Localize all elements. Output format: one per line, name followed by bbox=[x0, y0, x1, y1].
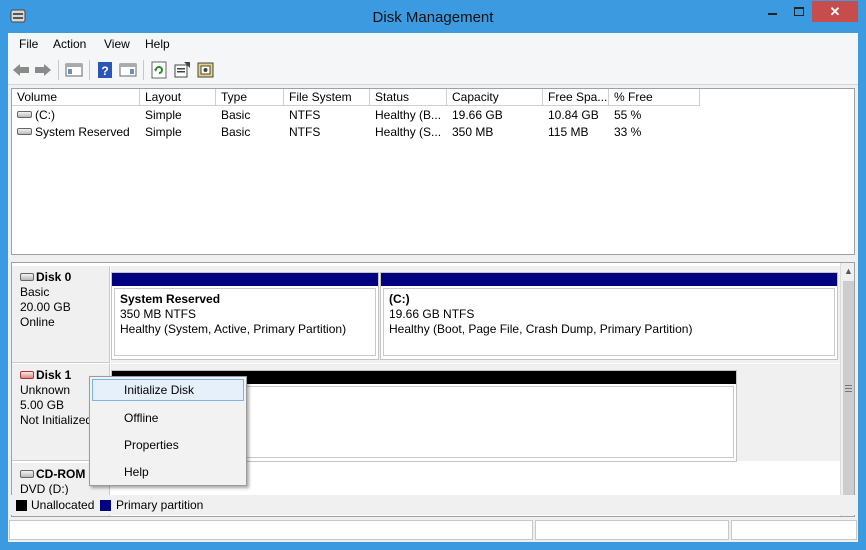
menu-help[interactable]: Help bbox=[145, 37, 170, 51]
status-bar bbox=[8, 519, 858, 542]
volume-list: Volume Layout Type File System Status Ca… bbox=[11, 88, 855, 255]
rescan-disks-icon[interactable] bbox=[196, 60, 216, 80]
unallocated-swatch bbox=[16, 500, 27, 511]
primary-partition-swatch bbox=[100, 500, 111, 511]
column-capacity[interactable]: Capacity bbox=[447, 89, 543, 106]
title-bar[interactable]: Disk Management ✕ bbox=[0, 0, 866, 33]
menu-file[interactable]: File bbox=[19, 37, 38, 51]
menu-bar: File Action View Help bbox=[8, 33, 858, 55]
status-cell: Healthy (S... bbox=[375, 125, 442, 139]
pct-cell: 33 % bbox=[614, 125, 642, 139]
column-status[interactable]: Status bbox=[370, 89, 447, 106]
column-type[interactable]: Type bbox=[216, 89, 284, 106]
pct-cell: 55 % bbox=[614, 108, 642, 122]
menu-view[interactable]: View bbox=[104, 37, 130, 51]
toolbar-separator bbox=[89, 60, 90, 80]
partition-name: (C:) bbox=[389, 292, 410, 306]
status-pane-3 bbox=[731, 520, 857, 540]
partition-system-reserved[interactable]: System Reserved 350 MB NTFS Healthy (Sys… bbox=[111, 272, 379, 360]
fs-cell: NTFS bbox=[289, 125, 321, 139]
help-icon[interactable]: ? bbox=[95, 60, 115, 80]
menu-item-initialize-disk[interactable]: Initialize Disk bbox=[92, 379, 244, 401]
type-cell: Basic bbox=[221, 108, 251, 122]
partition-size: 350 MB NTFS bbox=[120, 307, 197, 321]
scroll-grip-icon bbox=[845, 385, 852, 392]
menu-action[interactable]: Action bbox=[53, 37, 86, 51]
status-cell: Healthy (B... bbox=[375, 108, 442, 122]
cdrom-icon bbox=[20, 469, 34, 478]
toolbar-separator bbox=[143, 60, 144, 80]
disk-0-type: Basic bbox=[20, 285, 50, 299]
menu-item-help[interactable]: Help bbox=[92, 461, 244, 483]
free-cell: 115 MB bbox=[548, 125, 589, 139]
primary-partition-bar bbox=[112, 273, 378, 286]
svg-text:?: ? bbox=[101, 64, 108, 78]
column-layout[interactable]: Layout bbox=[140, 89, 216, 106]
close-icon[interactable]: ✕ bbox=[812, 1, 858, 22]
show-hide-console-tree-icon[interactable] bbox=[64, 60, 84, 80]
partition-body: (C:) 19.66 GB NTFS Healthy (Boot, Page F… bbox=[383, 288, 835, 356]
capacity-cell: 350 MB bbox=[452, 125, 494, 139]
column-volume[interactable]: Volume bbox=[12, 89, 140, 106]
back-icon[interactable] bbox=[11, 60, 31, 80]
disk-0-size: 20.00 GB bbox=[20, 300, 71, 314]
vertical-scrollbar[interactable]: ▲ ▼ bbox=[840, 263, 854, 516]
disk-1-name: Disk 1 bbox=[36, 368, 72, 382]
legend-primary-partition: Primary partition bbox=[116, 498, 204, 512]
column-percent-free[interactable]: % Free bbox=[609, 89, 700, 106]
partition-status: Healthy (System, Active, Primary Partiti… bbox=[120, 322, 347, 336]
drive-icon bbox=[17, 111, 32, 119]
forward-icon[interactable] bbox=[33, 60, 53, 80]
partition-status: Healthy (Boot, Page File, Crash Dump, Pr… bbox=[389, 322, 693, 336]
layout-cell: Simple bbox=[145, 108, 182, 122]
disk-not-initialized-icon bbox=[20, 370, 34, 379]
partition-size: 19.66 GB NTFS bbox=[389, 307, 475, 321]
fs-cell: NTFS bbox=[289, 108, 321, 122]
volume-name: System Reserved bbox=[35, 125, 130, 139]
volume-cell: System Reserved bbox=[12, 124, 140, 140]
cdrom-name: CD-ROM bbox=[36, 467, 86, 481]
column-free-space[interactable]: Free Spa... bbox=[543, 89, 609, 106]
legend-unallocated: Unallocated bbox=[31, 498, 95, 512]
menu-item-properties[interactable]: Properties bbox=[92, 434, 244, 456]
properties-icon[interactable] bbox=[172, 60, 192, 80]
free-cell: 10.84 GB bbox=[548, 108, 599, 122]
toolbar-separator bbox=[58, 60, 59, 80]
capacity-cell: 19.66 GB bbox=[452, 108, 503, 122]
refresh-icon[interactable] bbox=[149, 60, 169, 80]
disk-context-menu: Initialize Disk Offline Properties Help bbox=[89, 376, 247, 486]
window-title: Disk Management bbox=[372, 9, 494, 26]
volume-cell: (C:) bbox=[12, 107, 140, 123]
volume-name: (C:) bbox=[35, 108, 55, 122]
menu-item-offline[interactable]: Offline bbox=[92, 407, 244, 429]
column-file-system[interactable]: File System bbox=[284, 89, 370, 106]
layout-cell: Simple bbox=[145, 125, 182, 139]
partition-name: System Reserved bbox=[120, 292, 221, 306]
drive-icon bbox=[17, 128, 32, 136]
toolbar: ? bbox=[8, 55, 858, 85]
primary-partition-bar bbox=[381, 273, 837, 286]
legend: Unallocated Primary partition bbox=[11, 495, 855, 515]
disk-0-state: Online bbox=[20, 315, 55, 329]
maximize-icon[interactable] bbox=[786, 1, 812, 22]
scroll-up-icon[interactable]: ▲ bbox=[841, 263, 854, 280]
type-cell: Basic bbox=[221, 125, 251, 139]
disk-0-name: Disk 0 bbox=[36, 270, 72, 284]
minimize-icon[interactable] bbox=[759, 1, 785, 22]
show-hide-action-pane-icon[interactable] bbox=[118, 60, 138, 80]
partition-body: System Reserved 350 MB NTFS Healthy (Sys… bbox=[114, 288, 376, 356]
status-pane-2 bbox=[535, 520, 729, 540]
disk-0-label[interactable]: Disk 0 Basic 20.00 GB Online bbox=[12, 266, 110, 363]
status-pane-main bbox=[9, 520, 533, 540]
partition-c[interactable]: (C:) 19.66 GB NTFS Healthy (Boot, Page F… bbox=[380, 272, 838, 360]
disk-icon bbox=[20, 272, 34, 281]
